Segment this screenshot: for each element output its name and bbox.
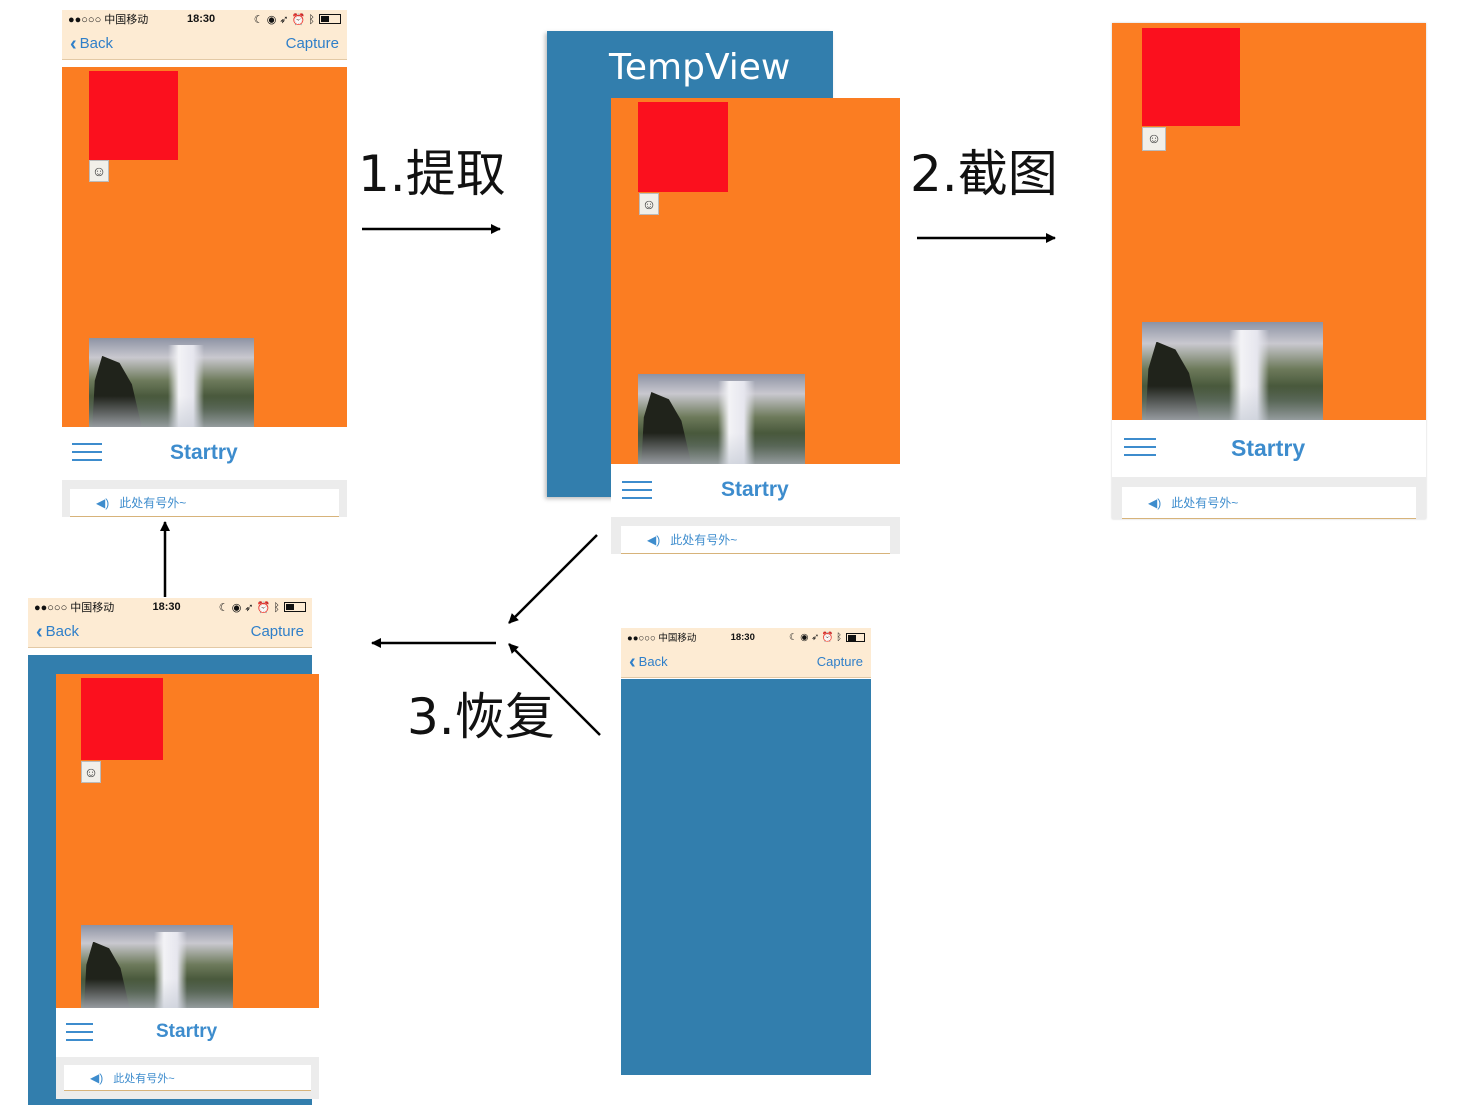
avatar-icon: ☺ [89,160,109,182]
hamburger-menu-icon[interactable] [66,1017,93,1047]
hamburger-menu-icon[interactable] [622,475,652,505]
avatar-icon: ☺ [639,193,659,215]
step-restore-label: 3.恢复 [407,688,555,746]
phone-emptied: ●●○○○ 中国移动 18:30 ☾ ◉ ➶ ⏰ ᛒ ‹ Back Capture [621,628,871,1075]
tab-bar: Startry [1112,420,1426,477]
tab-bar: Startry [56,1008,319,1057]
brand-title: Startry [170,441,238,464]
content-view: ☺ [56,674,319,1008]
brand-title: Startry [721,478,789,501]
status-icons: ☾ ◉ ➶ ⏰ ᛒ [218,601,280,614]
waterfall-image [638,374,805,464]
chevron-left-icon: ‹ [629,650,636,673]
battery-icon [284,602,306,612]
ticker-text: 此处有号外~ [1171,496,1239,510]
clock-label: 18:30 [730,631,755,643]
content-view: ☺ [1112,23,1426,420]
ticker-text: 此处有号外~ [113,1072,175,1085]
battery-icon [845,632,865,642]
speaker-icon: ◀︎) [96,495,110,510]
back-button[interactable]: ‹ Back [629,652,668,672]
nav-bar: ‹ Back Capture [621,646,871,678]
arrow-tempview-to-restore [508,534,598,624]
capture-button[interactable]: Capture [817,654,863,669]
news-ticker[interactable]: ◀︎) 此处有号外~ [1122,487,1416,519]
waterfall-image [81,925,233,1008]
ticker-area: ◀︎) 此处有号外~ [1112,477,1426,519]
carrier-label: ●●○○○ 中国移动 [34,602,115,614]
hamburger-menu-icon[interactable] [72,437,102,467]
content-view: ☺ [62,67,347,427]
tab-bar: Startry [611,464,900,517]
red-square [638,102,728,192]
status-bar: ●●○○○ 中国移动 18:30 ☾ ◉ ➶ ⏰ ᛒ [621,628,871,646]
capture-button[interactable]: Capture [251,623,304,640]
content-view: ☺ [611,98,900,464]
status-icons: ☾ ◉ ➶ ⏰ ᛒ [253,13,315,26]
waterfall-image [1142,322,1323,420]
hamburger-menu-icon[interactable] [1124,432,1156,462]
battery-icon [319,14,341,24]
tempview-label: TempView [609,47,791,88]
screenshot-result: ☺ Startry ◀︎) 此处有号外~ [1112,23,1426,519]
speaker-icon: ◀︎) [90,1070,104,1085]
carrier-label: ●●○○○ 中国移动 [627,633,697,644]
ticker-text: 此处有号外~ [119,496,187,510]
clock-label: 18:30 [152,601,181,613]
avatar-icon: ☺ [1142,127,1166,151]
restored-view: ☺ Startry ◀︎) 此处有号外~ [56,674,319,1099]
blue-background [621,679,871,1075]
red-square [89,71,178,160]
news-ticker[interactable]: ◀︎) 此处有号外~ [64,1065,311,1091]
red-square [1142,28,1240,126]
nav-bar: ‹ Back Capture [62,28,347,60]
ticker-area: ◀︎) 此处有号外~ [611,517,900,554]
status-icons: ☾ ◉ ➶ ⏰ ᛒ [789,631,842,643]
step-screenshot-label: 2.截图 [910,145,1058,203]
carrier-label: ●●○○○ 中国移动 [68,14,149,26]
red-square [81,678,163,760]
ticker-area: ◀︎) 此处有号外~ [62,480,347,517]
status-bar: ●●○○○ 中国移动 18:30 ☾ ◉ ➶ ⏰ ᛒ [28,598,312,616]
waterfall-image [89,338,254,427]
tab-bar: Startry [62,427,347,480]
extracted-view: ☺ Startry ◀︎) 此处有号外~ [611,98,900,554]
brand-title: Startry [1231,435,1306,461]
back-button[interactable]: ‹ Back [36,622,79,642]
status-bar: ●●○○○ 中国移动 18:30 ☾ ◉ ➶ ⏰ ᛒ [62,10,347,28]
capture-button[interactable]: Capture [286,35,339,52]
speaker-icon: ◀︎) [647,532,661,547]
news-ticker[interactable]: ◀︎) 此处有号外~ [70,489,339,517]
phone-original: ●●○○○ 中国移动 18:30 ☾ ◉ ➶ ⏰ ᛒ ‹ Back Capture… [62,10,347,517]
step-extract-label: 1.提取 [358,145,506,203]
brand-title: Startry [156,1021,218,1042]
news-ticker[interactable]: ◀︎) 此处有号外~ [621,526,890,554]
ticker-area: ◀︎) 此处有号外~ [56,1057,319,1099]
chevron-left-icon: ‹ [36,620,43,643]
speaker-icon: ◀︎) [1148,495,1162,510]
chevron-left-icon: ‹ [70,32,77,55]
clock-label: 18:30 [186,13,216,25]
ticker-text: 此处有号外~ [670,533,738,547]
avatar-icon: ☺ [81,761,101,783]
back-button[interactable]: ‹ Back [70,34,113,54]
nav-bar: ‹ Back Capture [28,616,312,648]
